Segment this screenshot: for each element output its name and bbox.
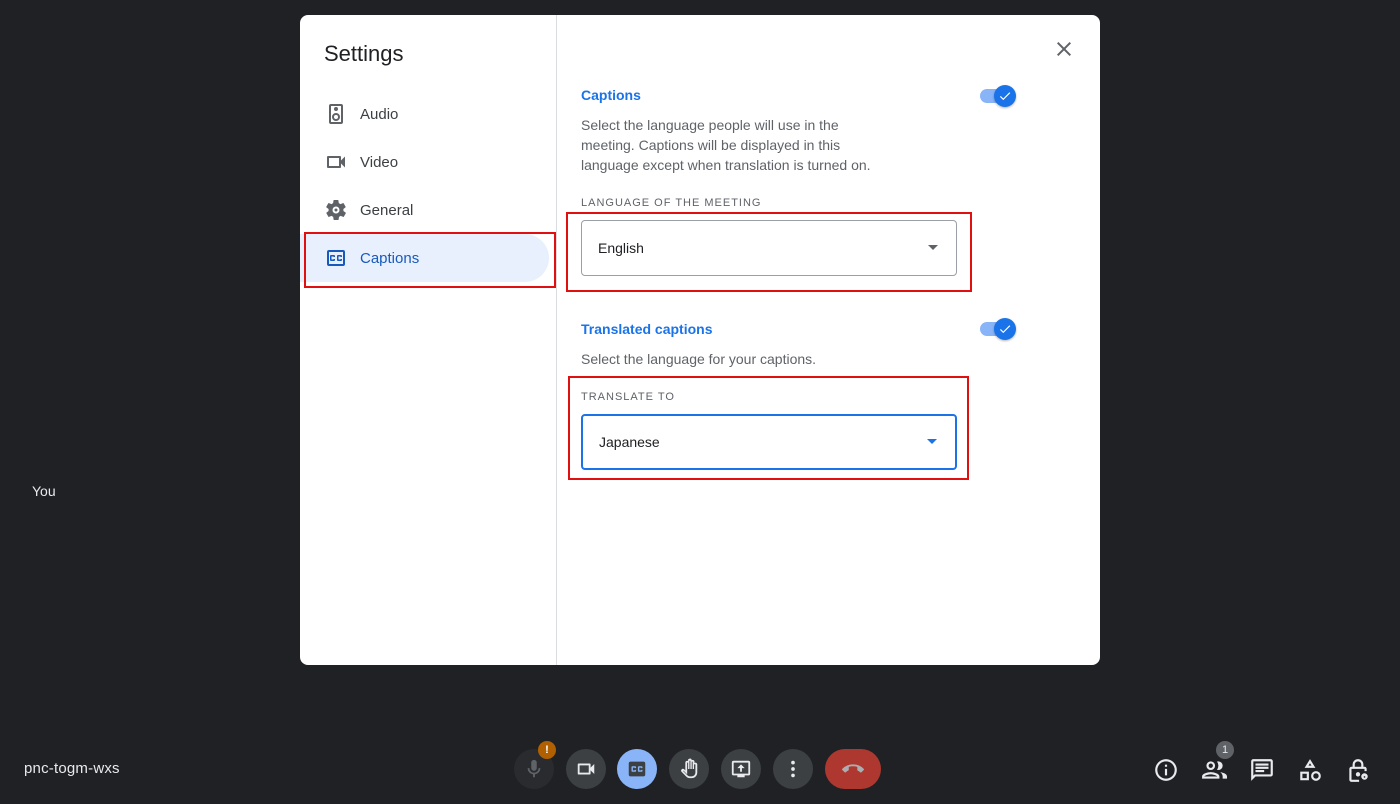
more-vertical-icon [791, 760, 795, 778]
nav-item-audio[interactable]: Audio [300, 90, 549, 138]
speaker-icon [324, 102, 348, 126]
present-screen-button[interactable] [721, 749, 761, 789]
dropdown-arrow-icon [927, 439, 937, 444]
hand-icon [681, 758, 698, 779]
settings-dialog: Settings Audio Video General Captions Ca… [300, 15, 1100, 665]
videocam-icon [324, 150, 348, 174]
close-icon [1057, 42, 1071, 56]
host-controls-button[interactable] [1345, 757, 1371, 783]
captions-button[interactable] [617, 749, 657, 789]
participant-name: You [32, 483, 56, 499]
meeting-language-select[interactable]: English [581, 220, 957, 276]
translate-to-value: Japanese [599, 434, 660, 450]
call-end-icon [842, 764, 864, 773]
microphone-icon [527, 759, 541, 778]
nav-item-captions[interactable]: Captions [300, 234, 549, 282]
chat-button[interactable] [1249, 757, 1275, 783]
translate-to-select[interactable]: Japanese [581, 414, 957, 470]
toggle-thumb [994, 318, 1016, 340]
nav-item-video[interactable]: Video [300, 138, 549, 186]
lock-person-icon [1349, 759, 1368, 782]
dropdown-arrow-icon [928, 245, 938, 250]
gear-icon [324, 198, 348, 222]
nav-item-label: Audio [360, 105, 399, 123]
nav-item-label: General [360, 201, 414, 219]
captions-toggle[interactable] [980, 84, 1016, 108]
meeting-language-value: English [598, 240, 644, 256]
closed-caption-icon [324, 246, 348, 270]
mic-warning-badge: ! [538, 741, 556, 759]
microphone-button[interactable]: ! [514, 741, 556, 789]
translated-captions-title: Translated captions [581, 321, 713, 337]
check-icon [999, 92, 1011, 101]
people-count-badge: 1 [1216, 741, 1234, 759]
leave-call-button[interactable] [825, 749, 881, 789]
nav-item-label: Captions [360, 249, 420, 267]
toggle-thumb [994, 85, 1016, 107]
raise-hand-button[interactable] [669, 749, 709, 789]
captions-description: Select the language people will use in t… [581, 117, 871, 173]
people-icon [1202, 761, 1227, 779]
more-options-button[interactable] [773, 749, 813, 789]
videocam-icon [577, 763, 595, 775]
activities-icon [1300, 759, 1321, 781]
call-controls: ! [0, 741, 1400, 789]
info-icon [1155, 759, 1177, 781]
check-icon [999, 325, 1011, 334]
people-button[interactable] [1201, 757, 1227, 783]
present-screen-icon [731, 760, 751, 778]
language-label: LANGUAGE OF THE MEETING [581, 197, 762, 209]
close-button[interactable] [1050, 35, 1078, 63]
dialog-title: Settings [324, 41, 404, 66]
translated-captions-description: Select the language for your captions. [581, 351, 817, 367]
translate-to-label: TRANSLATE TO [581, 391, 675, 403]
chat-icon [1251, 759, 1273, 781]
nav-item-label: Video [360, 153, 399, 171]
nav-item-general[interactable]: General [300, 186, 549, 234]
activities-button[interactable] [1297, 757, 1323, 783]
closed-caption-icon [628, 761, 646, 777]
translated-captions-toggle[interactable] [980, 317, 1016, 341]
camera-button[interactable] [566, 749, 606, 789]
captions-title: Captions [581, 87, 641, 103]
meeting-details-button[interactable] [1153, 757, 1179, 783]
settings-nav: Settings Audio Video General Captions [300, 15, 557, 665]
